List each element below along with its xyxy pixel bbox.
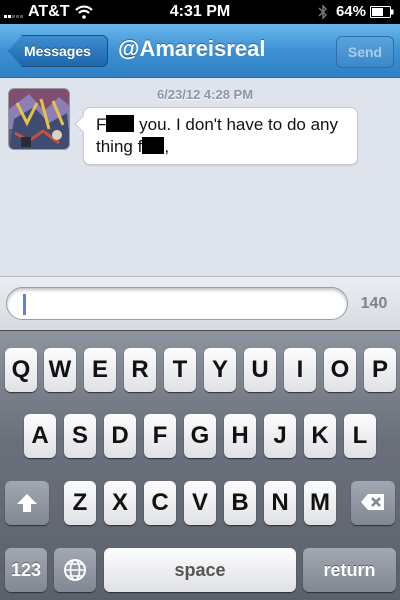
key-i[interactable]: I bbox=[284, 348, 316, 392]
delete-key[interactable] bbox=[351, 481, 395, 525]
keyboard: Q W E R T Y U I O P A S D F G H J K L Z … bbox=[0, 330, 400, 600]
key-w[interactable]: W bbox=[44, 348, 76, 392]
key-f[interactable]: F bbox=[144, 414, 176, 458]
return-key[interactable]: return bbox=[303, 548, 396, 592]
key-p[interactable]: P bbox=[364, 348, 396, 392]
send-button[interactable]: Send bbox=[336, 36, 394, 68]
key-e[interactable]: E bbox=[84, 348, 116, 392]
key-a[interactable]: A bbox=[24, 414, 56, 458]
key-s[interactable]: S bbox=[64, 414, 96, 458]
numbers-key[interactable]: 123 bbox=[5, 548, 47, 592]
redaction-block bbox=[106, 115, 135, 132]
message-thread[interactable]: 6/23/12 4:28 PM F you. I don't have to d… bbox=[0, 78, 400, 276]
conversation-title: @Amareisreal bbox=[118, 36, 266, 61]
key-c[interactable]: C bbox=[144, 481, 176, 525]
key-r[interactable]: R bbox=[124, 348, 156, 392]
status-bar: AT&T 4:31 PM 64% bbox=[0, 0, 400, 24]
composer-bar: 140 bbox=[0, 276, 400, 330]
bluetooth-icon bbox=[318, 3, 328, 20]
text-caret bbox=[23, 294, 26, 315]
space-key[interactable]: space bbox=[104, 548, 296, 592]
message-text-part1: F bbox=[96, 115, 107, 134]
navigation-bar: Messages @Amareisreal Send bbox=[0, 24, 400, 78]
key-q[interactable]: Q bbox=[5, 348, 37, 392]
key-z[interactable]: Z bbox=[64, 481, 96, 525]
battery-percent: 64% bbox=[335, 3, 366, 20]
bubble-tail bbox=[74, 115, 92, 133]
key-b[interactable]: B bbox=[224, 481, 256, 525]
status-right: 64% bbox=[318, 3, 394, 20]
key-v[interactable]: V bbox=[184, 481, 216, 525]
key-j[interactable]: J bbox=[264, 414, 296, 458]
key-d[interactable]: D bbox=[104, 414, 136, 458]
character-counter: 140 bbox=[360, 295, 388, 312]
backspace-icon bbox=[361, 494, 384, 510]
key-l[interactable]: L bbox=[344, 414, 376, 458]
key-t[interactable]: T bbox=[164, 348, 196, 392]
message-bubble[interactable]: F you. I don't have to do any thing f, bbox=[74, 107, 358, 165]
redaction-block bbox=[142, 137, 165, 154]
back-button-label: Messages bbox=[24, 43, 91, 59]
back-to-messages-button[interactable]: Messages bbox=[8, 35, 108, 67]
key-u[interactable]: U bbox=[244, 348, 276, 392]
key-o[interactable]: O bbox=[324, 348, 356, 392]
message-input[interactable] bbox=[6, 287, 348, 320]
key-n[interactable]: N bbox=[264, 481, 296, 525]
key-x[interactable]: X bbox=[104, 481, 136, 525]
key-m[interactable]: M bbox=[304, 481, 336, 525]
globe-icon bbox=[64, 559, 86, 581]
globe-key[interactable] bbox=[54, 548, 96, 592]
shift-key[interactable] bbox=[5, 481, 49, 525]
key-y[interactable]: Y bbox=[204, 348, 236, 392]
key-k[interactable]: K bbox=[304, 414, 336, 458]
message-text-part3: , bbox=[164, 137, 170, 156]
message-timestamp: 6/23/12 4:28 PM bbox=[156, 87, 254, 102]
key-g[interactable]: G bbox=[184, 414, 216, 458]
shift-arrow-icon bbox=[17, 494, 37, 512]
key-h[interactable]: H bbox=[224, 414, 256, 458]
battery-icon bbox=[370, 5, 394, 18]
